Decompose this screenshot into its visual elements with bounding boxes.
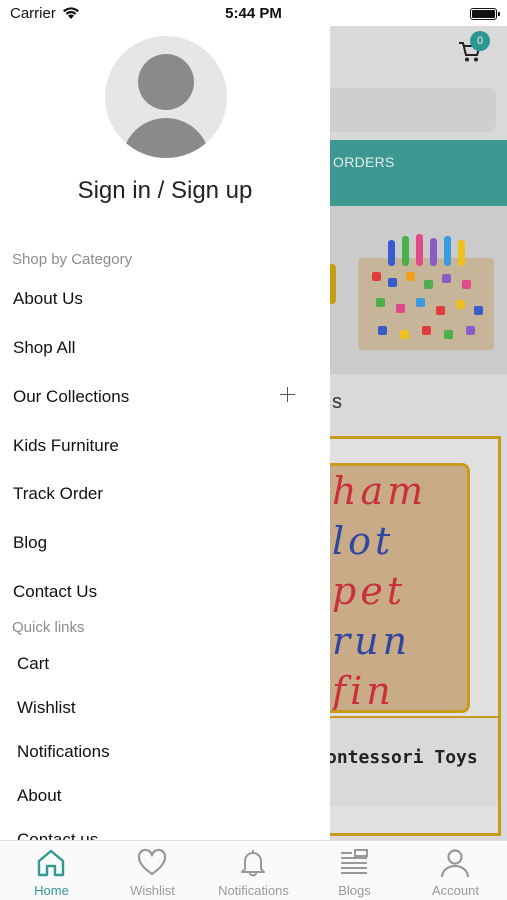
promo-text: ORDERS xyxy=(333,154,395,170)
product-image: ham lot pet run fin xyxy=(330,463,470,713)
promo-banner[interactable]: ORDERS xyxy=(330,140,507,206)
hero-banner-image[interactable] xyxy=(330,206,507,374)
avatar-head xyxy=(138,54,194,110)
sign-in-link[interactable]: Sign in / Sign up xyxy=(0,177,330,205)
product-caption: ontessori Toys xyxy=(330,716,498,806)
quick-links-heading: Quick links xyxy=(12,619,85,636)
section-heading-fragment: s xyxy=(332,391,342,413)
menu-item-blog[interactable]: Blog xyxy=(13,533,47,553)
tab-home[interactable]: Home xyxy=(1,841,102,900)
clock: 5:44 PM xyxy=(225,5,282,22)
expand-plus-icon[interactable] xyxy=(279,386,297,404)
search-bar[interactable] xyxy=(330,88,496,132)
block-word: pet xyxy=(332,569,407,613)
quick-link-cart[interactable]: Cart xyxy=(17,654,49,674)
quick-link-contact-us[interactable]: Contact us xyxy=(17,830,98,840)
block-word: ham xyxy=(332,469,428,513)
home-icon xyxy=(37,849,65,877)
status-bar: Carrier 5:44 PM xyxy=(0,0,507,28)
shop-category-heading: Shop by Category xyxy=(12,251,133,268)
block-word: fin xyxy=(332,669,395,713)
product-card[interactable]: ham lot pet run fin ontessori Toys xyxy=(330,436,501,836)
side-drawer: Sign in / Sign up Shop by Category About… xyxy=(0,0,330,840)
block-word: lot xyxy=(332,519,395,563)
quick-link-about[interactable]: About xyxy=(17,786,61,806)
menu-item-contact-us[interactable]: Contact Us xyxy=(13,582,97,602)
menu-item-our-collections[interactable]: Our Collections xyxy=(13,387,129,407)
tab-label: Blogs xyxy=(338,883,371,898)
toy-board-image xyxy=(358,234,494,350)
menu-item-shop-all[interactable]: Shop All xyxy=(13,338,75,358)
tab-label: Wishlist xyxy=(130,883,175,898)
tab-account[interactable]: Account xyxy=(405,841,506,900)
person-icon xyxy=(440,849,470,878)
banner-tag xyxy=(330,264,336,304)
menu-item-track-order[interactable]: Track Order xyxy=(13,484,103,504)
tab-label: Account xyxy=(432,883,479,898)
quick-link-notifications[interactable]: Notifications xyxy=(17,742,110,762)
menu-item-about-us[interactable]: About Us xyxy=(13,289,83,309)
quick-link-wishlist[interactable]: Wishlist xyxy=(17,698,76,718)
battery-icon xyxy=(470,8,500,20)
tab-blogs[interactable]: Blogs xyxy=(304,841,405,900)
tab-notifications[interactable]: Notifications xyxy=(203,841,304,900)
background-home-screen[interactable]: 0 ORDERS s ham lot pet run fin ontessori… xyxy=(330,26,507,840)
blogs-icon xyxy=(341,849,368,874)
tab-wishlist[interactable]: Wishlist xyxy=(102,841,203,900)
bell-icon xyxy=(241,850,265,877)
avatar-shoulders xyxy=(122,118,210,158)
cart-count-badge: 0 xyxy=(470,31,490,51)
menu-item-kids-furniture[interactable]: Kids Furniture xyxy=(13,436,119,456)
bottom-tab-bar: Home Wishlist Notifications Blogs Accoun… xyxy=(0,840,507,900)
heart-icon xyxy=(137,848,167,876)
product-title: ontessori Toys xyxy=(330,747,478,768)
block-word: run xyxy=(332,619,412,663)
tab-label: Home xyxy=(34,883,69,898)
tab-label: Notifications xyxy=(218,883,289,898)
avatar[interactable] xyxy=(105,36,227,158)
